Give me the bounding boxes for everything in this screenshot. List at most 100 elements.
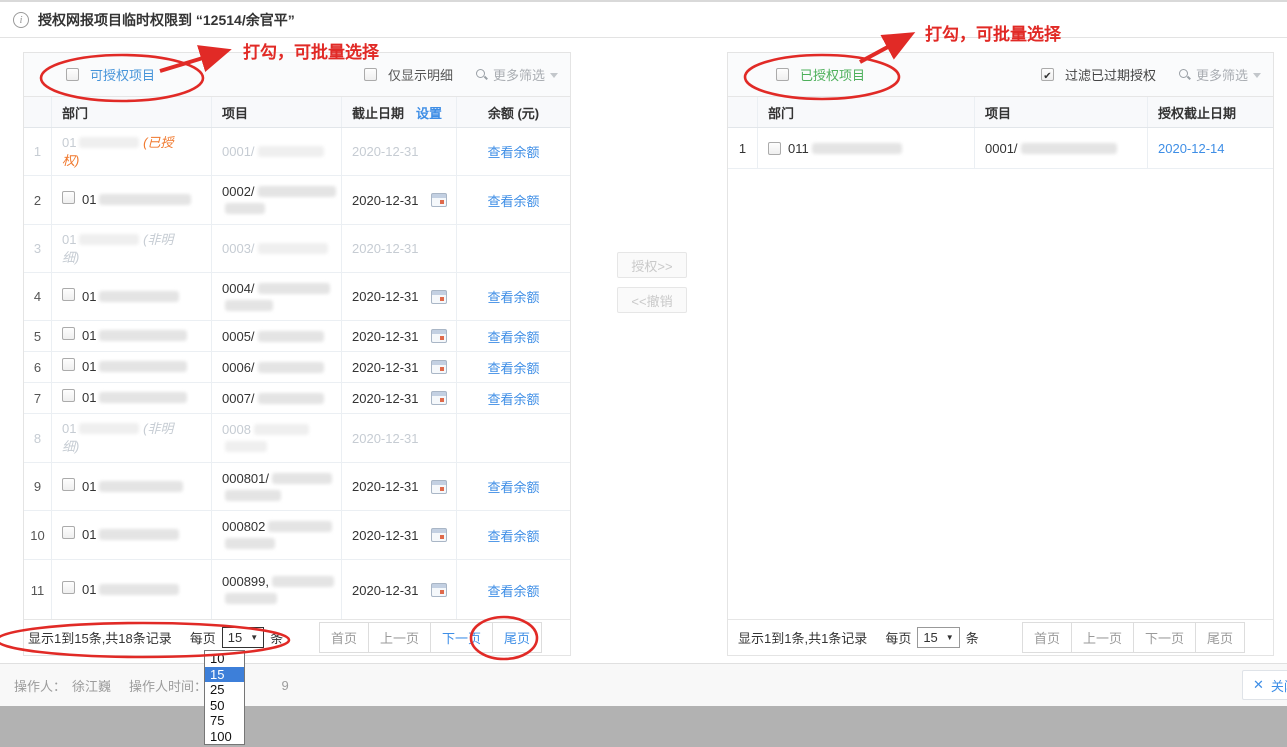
page-size-select[interactable]: 15 ▼ bbox=[222, 627, 264, 648]
project-content: 0008 bbox=[222, 421, 309, 455]
row-checkbox[interactable] bbox=[62, 288, 75, 301]
redacted-text bbox=[225, 441, 267, 452]
row-checkbox[interactable] bbox=[62, 191, 75, 204]
project-content: 0006/ bbox=[222, 359, 324, 376]
project-cell: 0006/ bbox=[211, 352, 341, 382]
calendar-icon[interactable] bbox=[431, 528, 447, 542]
show-detail-only-checkbox[interactable] bbox=[364, 68, 377, 81]
row-checkbox[interactable] bbox=[62, 478, 75, 491]
row-number: 1 bbox=[24, 128, 51, 175]
dropdown-option[interactable]: 50 bbox=[205, 698, 244, 714]
project-content: 0002/ bbox=[222, 183, 336, 217]
project-line: 0004/ bbox=[222, 280, 330, 297]
row-checkbox[interactable] bbox=[62, 389, 75, 402]
view-balance-link[interactable]: 查看余额 bbox=[487, 142, 539, 161]
available-projects-title: 可授权项目 bbox=[90, 65, 155, 84]
calendar-icon[interactable] bbox=[431, 329, 447, 343]
available-projects-panel: 可授权项目 仅显示明细 更多筛选 部门 项目 截止日期 设置 余额 (元) 10… bbox=[23, 52, 571, 656]
revoke-button[interactable]: <<撤销 bbox=[617, 287, 687, 313]
header-dept: 部门 bbox=[51, 97, 211, 127]
redacted-text bbox=[79, 423, 139, 434]
calendar-icon[interactable] bbox=[431, 290, 447, 304]
project-content: 0003/ bbox=[222, 240, 328, 257]
dropdown-option[interactable]: 75 bbox=[205, 713, 244, 729]
calendar-icon[interactable] bbox=[431, 193, 447, 207]
dept-note: (非明 bbox=[139, 232, 173, 247]
redacted-text bbox=[79, 234, 139, 245]
calendar-icon[interactable] bbox=[431, 391, 447, 405]
page-下一页[interactable]: 下一页 bbox=[1133, 623, 1195, 652]
page-下一页[interactable]: 下一页 bbox=[430, 623, 492, 652]
page-上一页[interactable]: 上一页 bbox=[368, 623, 430, 652]
dropdown-option[interactable]: 15 bbox=[205, 667, 244, 683]
auth-deadline-cell: 2020-12-14 bbox=[1147, 128, 1273, 168]
project-cell: 0001/ bbox=[211, 128, 341, 175]
view-balance-link[interactable]: 查看余额 bbox=[487, 287, 539, 306]
auth-deadline-link[interactable]: 2020-12-14 bbox=[1158, 141, 1225, 156]
filter-expired-checkbox[interactable] bbox=[1041, 68, 1054, 81]
project-content: 0001/ bbox=[222, 143, 324, 160]
deadline-cell: 2020-12-31 bbox=[341, 560, 456, 619]
deadline-date: 2020-12-31 bbox=[352, 144, 419, 159]
view-balance-link[interactable]: 查看余额 bbox=[487, 358, 539, 377]
dropdown-option[interactable]: 10 bbox=[205, 651, 244, 667]
deadline-cell: 2020-12-31 bbox=[341, 383, 456, 413]
view-balance-link[interactable]: 查看余额 bbox=[487, 526, 539, 545]
project-line: 000802 bbox=[222, 518, 332, 535]
dept-cell: 01 bbox=[51, 383, 211, 413]
authorized-projects-title: 已授权项目 bbox=[800, 65, 865, 84]
view-balance-link[interactable]: 查看余额 bbox=[487, 191, 539, 210]
filter-expired-label: 过滤已过期授权 bbox=[1065, 65, 1156, 84]
calendar-icon[interactable] bbox=[431, 480, 447, 494]
dept-code: 01 bbox=[82, 479, 96, 494]
row-number: 6 bbox=[24, 352, 51, 382]
project-content: 0005/ bbox=[222, 328, 324, 345]
page-size-select-right[interactable]: 15 ▼ bbox=[917, 627, 959, 648]
row-checkbox[interactable] bbox=[62, 327, 75, 340]
view-balance-link[interactable]: 查看余额 bbox=[487, 327, 539, 346]
dept-cell: 01 bbox=[51, 352, 211, 382]
redacted-text bbox=[225, 203, 265, 214]
project-line bbox=[222, 590, 334, 607]
more-filters-button[interactable]: 更多筛选 bbox=[475, 65, 558, 84]
view-balance-link[interactable]: 查看余额 bbox=[487, 581, 539, 600]
set-deadline-link[interactable]: 设置 bbox=[416, 103, 442, 122]
header-project: 项目 bbox=[974, 97, 1147, 127]
close-button[interactable]: ✕ 关闭 bbox=[1242, 670, 1287, 700]
project-line: 0003/ bbox=[222, 240, 328, 257]
header-index bbox=[728, 97, 757, 127]
balance-cell bbox=[456, 225, 570, 272]
project-cell: 0003/ bbox=[211, 225, 341, 272]
page-首页[interactable]: 首页 bbox=[320, 623, 368, 652]
row-checkbox[interactable] bbox=[62, 581, 75, 594]
project-cell: 0002/ bbox=[211, 176, 341, 224]
page-尾页[interactable]: 尾页 bbox=[492, 623, 541, 652]
redacted-text bbox=[254, 424, 309, 435]
page-尾页[interactable]: 尾页 bbox=[1195, 623, 1244, 652]
page-首页[interactable]: 首页 bbox=[1023, 623, 1071, 652]
project-code: 0006/ bbox=[222, 360, 255, 375]
redacted-text bbox=[225, 300, 273, 311]
page-上一页[interactable]: 上一页 bbox=[1071, 623, 1133, 652]
view-balance-link[interactable]: 查看余额 bbox=[487, 477, 539, 496]
row-checkbox[interactable] bbox=[768, 142, 781, 155]
dropdown-option[interactable]: 25 bbox=[205, 682, 244, 698]
calendar-icon[interactable] bbox=[431, 583, 447, 597]
dept-code: 01 bbox=[62, 135, 76, 150]
select-all-available-checkbox[interactable] bbox=[66, 68, 79, 81]
per-page-label: 每页 bbox=[190, 628, 216, 647]
authorize-button[interactable]: 授权>> bbox=[617, 252, 687, 278]
select-all-authorized-checkbox[interactable] bbox=[776, 68, 789, 81]
redacted-text bbox=[272, 473, 332, 484]
row-checkbox[interactable] bbox=[62, 526, 75, 539]
more-filters-button-right[interactable]: 更多筛选 bbox=[1178, 65, 1261, 84]
record-summary: 显示1到1条,共1条记录 bbox=[738, 628, 867, 647]
calendar-icon[interactable] bbox=[431, 360, 447, 374]
table-row: 801 (非明细)00082020-12-31 bbox=[24, 414, 570, 463]
deadline-cell: 2020-12-31 bbox=[341, 414, 456, 462]
row-checkbox[interactable] bbox=[62, 358, 75, 371]
row-number: 5 bbox=[24, 321, 51, 351]
view-balance-link[interactable]: 查看余额 bbox=[487, 389, 539, 408]
dropdown-option[interactable]: 100 bbox=[205, 729, 244, 745]
table-row: 10010008022020-12-31查看余额 bbox=[24, 511, 570, 560]
